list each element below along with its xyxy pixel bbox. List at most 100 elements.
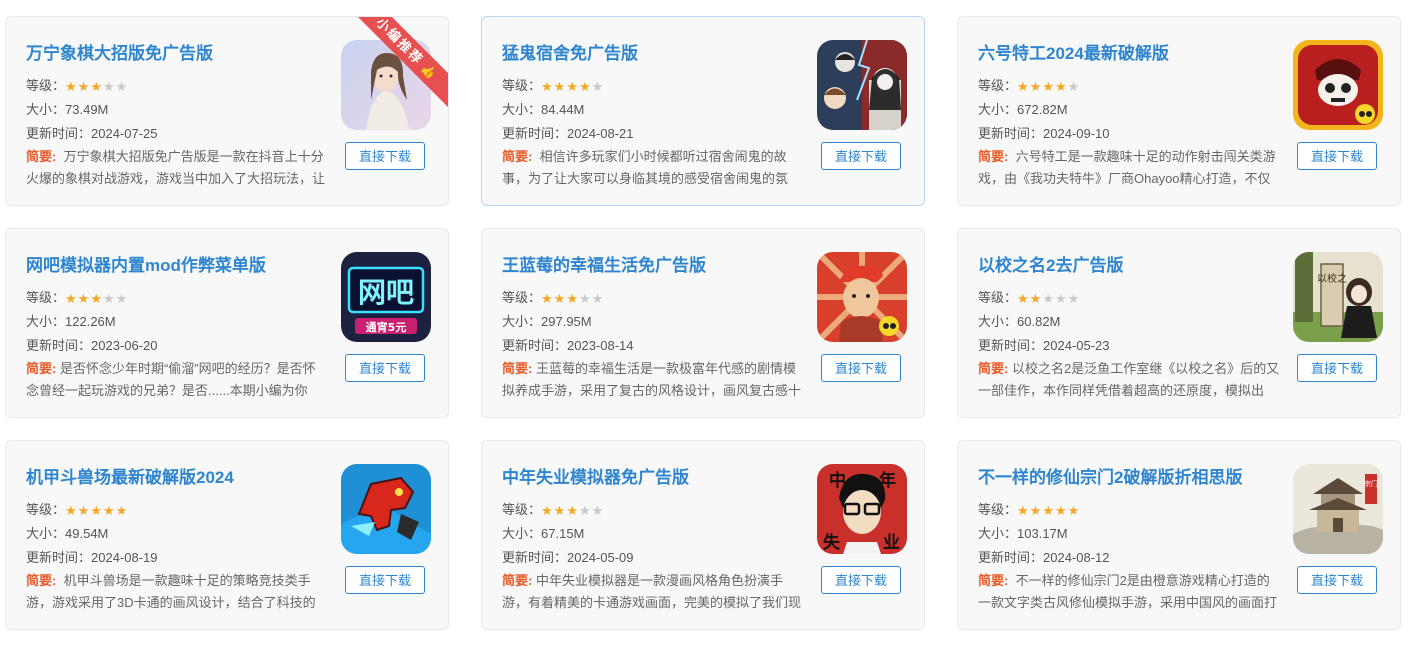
game-card[interactable]: 六号特工2024最新破解版 等级：★★★★★ 大小：672.82M 更新时间：2… <box>957 16 1401 206</box>
description: 简要: 以校之名2是泛鱼工作室继《以校之名》后的又一部佳作，本作同样凭借着超高的… <box>978 358 1280 402</box>
download-button[interactable]: 直接下载 <box>1297 354 1377 382</box>
game-title[interactable]: 王蓝莓的幸福生活免广告版 <box>502 251 706 276</box>
wangba-price-text: 通宵5元 <box>366 320 407 334</box>
app-icon[interactable]: 以校之 <box>1293 252 1383 342</box>
size-label: 大小： <box>978 102 1018 117</box>
star-icon: ★ <box>90 291 102 306</box>
star-icon: ★ <box>1042 291 1054 306</box>
star-icon: ★ <box>77 79 90 94</box>
size-row: 大小：67.15M <box>502 523 584 542</box>
game-title[interactable]: 六号特工2024最新破解版 <box>978 39 1169 64</box>
star-icon: ★ <box>90 503 102 518</box>
update-value: 2023-08-14 <box>567 338 634 353</box>
star-icon: ★ <box>102 503 115 518</box>
desc-text: 机甲斗兽场是一款趣味十足的策略竞技类手游，游戏采用了3D卡通的画风设计，结合了科… <box>26 573 316 610</box>
update-value: 2024-09-10 <box>1043 126 1110 141</box>
size-row: 大小：84.44M <box>502 99 584 118</box>
size-value: 49.54M <box>65 526 109 541</box>
star-icon: ★ <box>541 291 553 306</box>
star-icon: ★ <box>578 291 591 306</box>
update-row: 更新时间：2023-08-14 <box>502 335 634 354</box>
download-button[interactable]: 直接下载 <box>821 142 901 170</box>
game-title[interactable]: 机甲斗兽场最新破解版2024 <box>26 463 234 488</box>
desc-text: 不一样的修仙宗门2是由橙意游戏精心打造的一款文字类古风修仙模拟手游，采用中国风的… <box>978 573 1278 610</box>
desc-label: 简要: <box>978 573 1009 588</box>
star-icon: ★ <box>1017 291 1029 306</box>
size-value: 84.44M <box>541 102 585 117</box>
update-row: 更新时间：2024-07-25 <box>26 123 158 142</box>
desc-label: 简要: <box>502 149 533 164</box>
app-icon[interactable] <box>341 464 431 554</box>
star-icon: ★ <box>591 291 604 306</box>
star-icon: ★ <box>1029 503 1042 518</box>
download-button[interactable]: 直接下载 <box>821 566 901 594</box>
rating-stars: ★★★★★ <box>1017 291 1080 306</box>
star-icon: ★ <box>566 79 578 94</box>
star-icon: ★ <box>1029 291 1042 306</box>
download-button[interactable]: 直接下载 <box>345 142 425 170</box>
star-icon: ★ <box>1054 291 1067 306</box>
game-card[interactable]: 不一样的修仙宗门2破解版折相思版 等级：★★★★★ 大小：103.17M 更新时… <box>957 440 1401 630</box>
desc-text: 六号特工是一款趣味十足的动作射击闯关类游戏，由《我功夫特牛》厂商Ohayoo精心… <box>978 149 1276 186</box>
game-card[interactable]: 王蓝莓的幸福生活免广告版 等级：★★★★★ 大小：297.95M 更新时间：20… <box>481 228 925 418</box>
app-icon[interactable]: 网吧 通宵5元 <box>341 252 431 342</box>
game-title[interactable]: 以校之名2去广告版 <box>978 251 1123 276</box>
download-button[interactable]: 直接下载 <box>821 354 901 382</box>
app-icon[interactable]: 中 年 失 业 <box>817 464 907 554</box>
download-button[interactable]: 直接下载 <box>1297 142 1377 170</box>
update-label: 更新时间： <box>26 126 92 141</box>
game-title[interactable]: 猛鬼宿舍免广告版 <box>502 39 638 64</box>
star-icon: ★ <box>541 503 553 518</box>
game-title[interactable]: 中年失业模拟器免广告版 <box>502 463 689 488</box>
size-value: 122.26M <box>65 314 116 329</box>
game-card[interactable]: 以校之名2去广告版 等级：★★★★★ 大小：60.82M 更新时间：2024-0… <box>957 228 1401 418</box>
star-icon: ★ <box>553 79 566 94</box>
rating-stars: ★★★★★ <box>65 79 128 94</box>
app-icon[interactable] <box>817 40 907 130</box>
size-label: 大小： <box>978 314 1018 329</box>
app-icon[interactable] <box>817 252 907 342</box>
level-label: 等级： <box>978 502 1018 517</box>
update-label: 更新时间： <box>26 338 92 353</box>
game-card[interactable]: 网吧模拟器内置mod作弊菜单版 等级：★★★★★ 大小：122.26M 更新时间… <box>5 228 449 418</box>
download-button[interactable]: 直接下载 <box>1297 566 1377 594</box>
rating-row: 等级：★★★★★ <box>502 499 604 518</box>
update-value: 2024-08-12 <box>1043 550 1110 565</box>
game-card[interactable]: 猛鬼宿舍免广告版 等级：★★★★★ 大小：84.44M 更新时间：2024-08… <box>481 16 925 206</box>
size-value: 60.82M <box>1017 314 1061 329</box>
game-title[interactable]: 网吧模拟器内置mod作弊菜单版 <box>26 251 266 276</box>
download-button[interactable]: 直接下载 <box>345 354 425 382</box>
update-value: 2023-06-20 <box>91 338 158 353</box>
rating-row: 等级：★★★★★ <box>978 499 1080 518</box>
update-value: 2024-08-21 <box>567 126 634 141</box>
desc-text: 相信许多玩家们小时候都听过宿舍闹鬼的故事，为了让大家可以身临其境的感受宿舍闹鬼的… <box>502 149 789 186</box>
size-value: 67.15M <box>541 526 585 541</box>
app-icon[interactable] <box>1293 40 1383 130</box>
star-icon: ★ <box>553 291 566 306</box>
size-label: 大小： <box>26 526 66 541</box>
game-title[interactable]: 万宁象棋大招版免广告版 <box>26 39 213 64</box>
update-row: 更新时间：2023-06-20 <box>26 335 158 354</box>
level-label: 等级： <box>978 290 1018 305</box>
size-label: 大小： <box>502 314 542 329</box>
star-icon: ★ <box>541 79 553 94</box>
star-icon: ★ <box>115 79 128 94</box>
size-value: 672.82M <box>1017 102 1068 117</box>
game-card[interactable]: 机甲斗兽场最新破解版2024 等级：★★★★★ 大小：49.54M 更新时间：2… <box>5 440 449 630</box>
star-icon: ★ <box>115 291 128 306</box>
app-icon[interactable]: 宗门 <box>1293 464 1383 554</box>
size-value: 73.49M <box>65 102 109 117</box>
size-row: 大小：60.82M <box>978 311 1060 330</box>
star-icon: ★ <box>578 503 591 518</box>
download-button[interactable]: 直接下载 <box>345 566 425 594</box>
game-title[interactable]: 不一样的修仙宗门2破解版折相思版 <box>978 463 1242 488</box>
update-label: 更新时间： <box>978 338 1044 353</box>
description: 简要: 相信许多玩家们小时候都听过宿舍闹鬼的故事，为了让大家可以身临其境的感受宿… <box>502 146 804 190</box>
desc-label: 简要: <box>978 361 1009 376</box>
desc-text: 是否怀念少年时期“偷溜”网吧的经历？是否怀念曾经一起玩游戏的兄弟？是否.....… <box>26 361 316 398</box>
rating-stars: ★★★★★ <box>1017 503 1080 518</box>
game-card[interactable]: 万宁象棋大招版免广告版 等级：★★★★★ 大小：73.49M 更新时间：2024… <box>5 16 449 206</box>
description: 简要: 机甲斗兽场是一款趣味十足的策略竞技类手游，游戏采用了3D卡通的画风设计，… <box>26 570 328 614</box>
game-card[interactable]: 中年失业模拟器免广告版 等级：★★★★★ 大小：67.15M 更新时间：2024… <box>481 440 925 630</box>
size-row: 大小：122.26M <box>26 311 116 330</box>
